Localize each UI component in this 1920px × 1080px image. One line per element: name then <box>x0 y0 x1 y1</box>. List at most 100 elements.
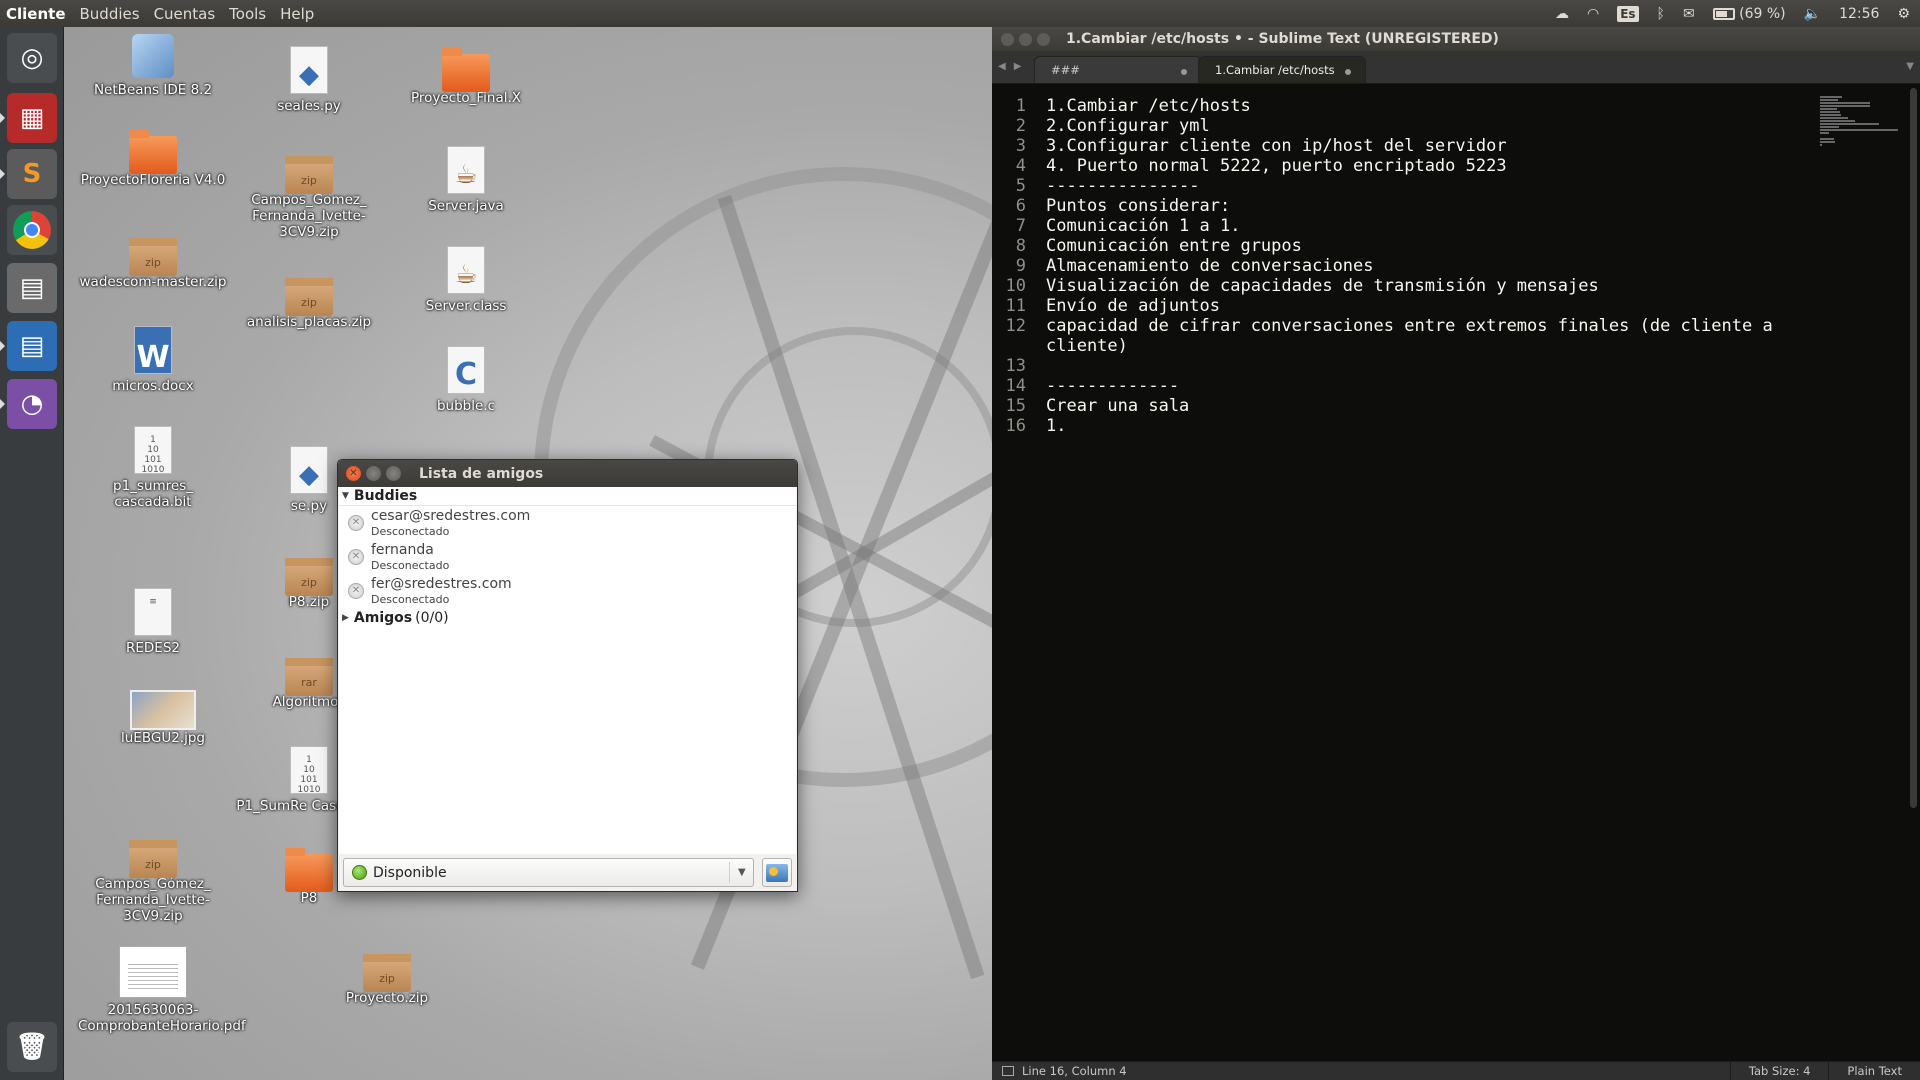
group-amigos[interactable]: ▶ Amigos (0/0) <box>339 608 796 627</box>
code-line[interactable]: 1. <box>1046 416 1826 436</box>
trash-launcher[interactable]: 🗑 <box>7 1022 57 1072</box>
keyboard-layout-indicator[interactable]: Es <box>1617 5 1639 22</box>
mail-icon[interactable]: ✉ <box>1683 6 1695 22</box>
collapsed-triangle-icon[interactable]: ▶ <box>342 613 349 623</box>
buddy-item[interactable]: ✕ fernanda Desconectado <box>339 540 796 574</box>
close-button[interactable]: ✕ <box>346 466 361 481</box>
code-line[interactable]: capacidad de cifrar conversaciones entre… <box>1046 316 1826 336</box>
buddy-icon-button[interactable] <box>762 858 792 887</box>
menu-cuentas[interactable]: Cuentas <box>147 5 223 23</box>
desktop-icon-micros[interactable]: Wmicros.docx <box>78 326 228 394</box>
vertical-scrollbar[interactable] <box>1910 88 1917 808</box>
code-line[interactable]: Comunicación entre grupos <box>1046 236 1826 256</box>
code-line[interactable]: cliente) <box>1046 336 1826 356</box>
desktop-icon-proyecto-final[interactable]: Proyecto_Final.X <box>391 48 541 106</box>
tab-size-selector[interactable]: Tab Size: 4 <box>1729 1062 1829 1080</box>
trash-icon: 🗑 <box>15 1032 49 1062</box>
volume-icon[interactable]: 🔈 <box>1804 6 1821 22</box>
close-button[interactable] <box>1001 32 1014 46</box>
desktop-icon-label: Proyecto.zip <box>345 990 429 1006</box>
wifi-icon[interactable]: ◠ <box>1587 6 1599 22</box>
code-text[interactable]: 1.Cambiar /etc/hosts 2.Configurar yml 3.Co… <box>1046 96 1826 436</box>
bluetooth-icon[interactable]: ᛒ <box>1657 6 1665 22</box>
minimize-button[interactable] <box>366 466 381 481</box>
desktop-icon-netbeans[interactable]: NetBeans IDE 8.2 <box>78 34 228 98</box>
media-app-button[interactable]: ▦ <box>7 93 57 143</box>
code-line[interactable]: 1.Cambiar /etc/hosts <box>1046 96 1826 116</box>
code-line[interactable]: Envío de adjuntos <box>1046 296 1826 316</box>
chrome-launcher[interactable] <box>7 205 57 255</box>
minimap-line <box>1820 117 1848 119</box>
code-line[interactable]: 2.Configurar yml <box>1046 116 1826 136</box>
chevron-down-icon[interactable]: ▼ <box>729 862 753 883</box>
expand-triangle-icon[interactable]: ▼ <box>342 491 349 501</box>
code-line[interactable] <box>1046 356 1826 376</box>
minimap[interactable] <box>1820 96 1900 146</box>
syntax-selector[interactable]: Plain Text <box>1828 1062 1920 1080</box>
archive-icon: zip <box>129 238 177 276</box>
desktop-icon-campos-gomez-1[interactable]: zip Campos_Gómez_ Fernanda_Ivette-3CV9.zi… <box>78 834 228 924</box>
code-line[interactable]: Crear una sala <box>1046 396 1826 416</box>
desktop-icon-comprobante[interactable]: 2015630063-ComprobanteHorario.pdf <box>78 946 246 1034</box>
minimize-button[interactable] <box>1019 32 1032 46</box>
offline-status-icon: ✕ <box>348 515 364 531</box>
desktop-icon-proyectofloreria[interactable]: ProyectoFloreria V4.0 <box>78 130 228 188</box>
code-line[interactable]: 4. Puerto normal 5222, puerto encriptado… <box>1046 156 1826 176</box>
desktop-icon-wadescom[interactable]: zip wadescom-master.zip <box>78 232 228 290</box>
tab-cambiar-hosts[interactable]: 1.Cambiar /etc/hosts <box>1198 56 1366 83</box>
battery-icon <box>1712 7 1735 20</box>
menu-buddies[interactable]: Buddies <box>73 5 147 23</box>
desktop-icon-seales[interactable]: ◆ seales.py <box>234 46 384 114</box>
buddy-item[interactable]: ✕ fer@sredestres.com Desconectado <box>339 574 796 608</box>
file-manager-launcher[interactable]: ▤ <box>7 263 57 313</box>
code-line[interactable]: Puntos considerar: <box>1046 196 1826 216</box>
gear-icon[interactable]: ⚙ <box>1897 6 1910 22</box>
group-buddies[interactable]: ▼ Buddies <box>339 487 796 506</box>
desktop-icon-campos-gomez-2[interactable]: zip Campos_Gomez_ Fernanda_Ivette-3CV9.zi… <box>234 150 384 240</box>
dash-home-button[interactable]: ◎ <box>7 33 57 83</box>
sublime-text-launcher[interactable]: S <box>7 149 57 199</box>
sublime-titlebar[interactable]: 1.Cambiar /etc/hosts • - Sublime Text (U… <box>992 27 1920 51</box>
panel-toggle-icon[interactable] <box>1002 1066 1014 1076</box>
menu-tools[interactable]: Tools <box>222 5 273 23</box>
status-bar: Disponible ▼ <box>339 854 796 891</box>
code-line[interactable]: --------------- <box>1046 176 1826 196</box>
battery-percent: (69 %) <box>1739 5 1786 22</box>
code-line[interactable]: Comunicación 1 a 1. <box>1046 216 1826 236</box>
unsaved-dot-icon[interactable] <box>1345 69 1351 75</box>
cloud-icon[interactable]: ☁ <box>1555 6 1569 22</box>
desktop-icon-luebgu2[interactable]: luEBGU2.jpg <box>88 686 238 746</box>
buddy-window-titlebar[interactable]: ✕ Lista de amigos <box>338 460 797 487</box>
desktop-icon-p1-sumres[interactable]: 1 10 101 1010 p1_sumres_ cascada.bit <box>78 426 228 510</box>
desktop-icon-analisis-placas[interactable]: zip analisis_placas.zip <box>234 272 384 330</box>
maximize-button[interactable] <box>386 466 401 481</box>
tab-dropdown-icon[interactable]: ▼ <box>1906 61 1914 72</box>
line-number: 13 <box>1005 356 1026 376</box>
code-line[interactable]: Visualización de capacidades de transmis… <box>1046 276 1826 296</box>
editor-area[interactable]: 1 2 3 4 5 6 7 8 9 10 11 12 13 14 15 16 1.Cambiar /etc/h… <box>992 84 1920 1061</box>
tab-nav-arrows-icon[interactable]: ◀▶ <box>998 61 1029 72</box>
desktop-icon-server-class[interactable]: ☕ Server.class <box>391 246 541 314</box>
battery-indicator[interactable]: (69 %) <box>1712 5 1786 22</box>
buddy-item[interactable]: ✕ cesar@sredestres.com Desconectado <box>339 506 796 540</box>
minimap-line <box>1820 138 1835 140</box>
menu-help[interactable]: Help <box>273 5 321 23</box>
clock[interactable]: 12:56 <box>1839 6 1879 22</box>
desktop-icon-server-java[interactable]: ☕ Server.java <box>391 146 541 214</box>
desktop-icon-label: luEBGU2.jpg <box>121 730 205 746</box>
maximize-button[interactable] <box>1037 32 1050 46</box>
desktop-icon-label: Algoritmos <box>272 694 346 710</box>
python-icon: ◆ <box>290 446 328 494</box>
code-line[interactable]: Almacenamiento de conversaciones <box>1046 256 1826 276</box>
desktop-icon-bubble-c[interactable]: Cbubble.c <box>391 346 541 414</box>
desktop-icon-proyecto-zip[interactable]: zip Proyecto.zip <box>312 948 462 1006</box>
status-selector[interactable]: Disponible ▼ <box>343 858 755 887</box>
code-line[interactable]: 3.Configurar cliente con ip/host del ser… <box>1046 136 1826 156</box>
line-number: 2 <box>1015 116 1026 136</box>
tab-hash[interactable]: ### <box>1034 56 1202 83</box>
unsaved-dot-icon[interactable] <box>1181 69 1187 75</box>
writer-launcher[interactable]: ▤ <box>7 321 57 371</box>
code-line[interactable]: ------------- <box>1046 376 1826 396</box>
pidgin-launcher[interactable]: ◔ <box>7 379 57 429</box>
desktop-icon-redes2[interactable]: ≡ REDES2 <box>78 588 228 656</box>
